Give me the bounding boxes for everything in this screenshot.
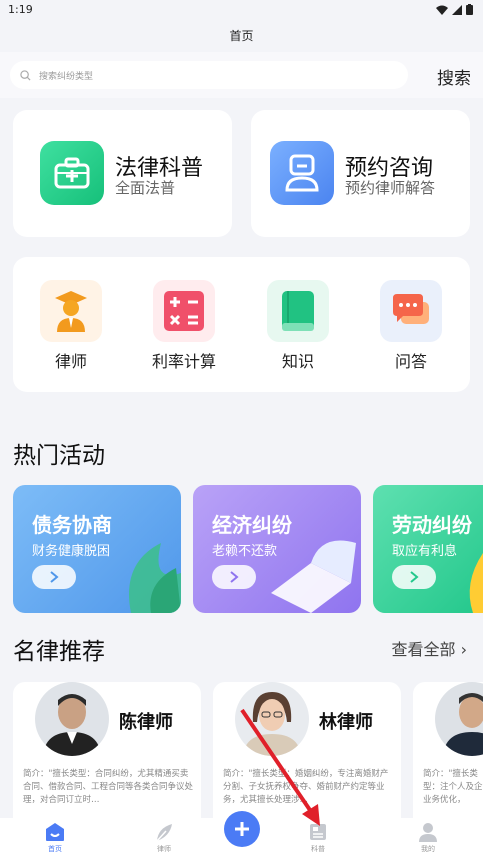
tool-interest-calculator[interactable]: 利率计算 [144,280,224,372]
avatar [35,682,109,756]
quill-icon [154,822,174,842]
legal-education-card[interactable]: 法律科普 全面法普 [13,110,232,237]
tab-mine-label: 我的 [421,845,435,853]
add-button[interactable] [224,811,260,847]
tools-card: 律师 利率计算 知识 问答 [13,257,470,392]
tab-education-label: 科普 [311,845,325,853]
calculator-icon [153,280,215,342]
tool-interest-calculator-label: 利率计算 [151,352,216,371]
banner-debt-subtitle: 财务健康脱困 [32,544,111,559]
tool-qa[interactable]: 问答 [371,280,451,372]
search-bar: 搜索纠纷类型 搜索 [0,52,483,98]
signal-icon [452,4,462,15]
appointment-subtitle: 预约律师解答 [345,179,436,197]
tab-lawyer-label: 律师 [157,845,171,853]
search-placeholder: 搜索纠纷类型 [39,71,94,82]
chevron-right-icon: › [460,640,467,659]
view-all-label: 查看全部 [391,640,456,659]
banner-economic-dispute[interactable]: 经济纠纷 老赖不还款 [193,485,361,613]
tool-knowledge[interactable]: 知识 [258,280,338,372]
banner-labor-title: 劳动纠纷 [392,513,472,537]
banner-economic-subtitle: 老赖不还款 [212,544,278,559]
wifi-icon [436,5,448,15]
tab-mine[interactable]: 我的 [398,822,458,854]
plus-icon [235,822,249,836]
user-icon [418,822,438,842]
search-input[interactable]: 搜索纠纷类型 [10,61,408,89]
lawyer-name: 陈律师 [119,712,173,733]
lawyer-card[interactable]: 林律师 简介："擅长类型：婚姻纠纷，专注离婚财产分割、子女抚养权争夺、婚前财产约… [213,682,401,832]
search-icon [20,69,31,81]
avatar [235,682,309,756]
tool-lawyer-label: 律师 [54,352,87,371]
lawyers-title: 名律推荐 [13,639,105,665]
activities-title: 热门活动 [13,443,105,469]
lawyer-description: 简介："擅长类型：注个人及企业务优化， [423,769,483,805]
home-icon [45,822,65,842]
lawyer-card[interactable]: 陈律师 简介："擅长类型：合同纠纷，尤其精通买卖合同、借款合同、工程合同等各类合… [13,682,201,832]
status-bar: 1:19 [0,0,483,20]
first-aid-kit-icon [40,141,104,205]
banner-labor-arrow-button[interactable] [392,565,436,589]
banner-economic-title: 经济纠纷 [212,513,292,537]
status-time: 1:19 [8,3,33,16]
battery-icon [466,4,473,15]
tab-lawyer[interactable]: 律师 [134,822,194,854]
appointment-card[interactable]: 预约咨询 预约律师解答 [251,110,470,237]
legal-education-subtitle: 全面法普 [115,179,176,197]
chevron-right-icon [230,571,239,583]
chevron-right-icon [410,571,419,583]
banner-debt-title: 债务协商 [32,513,112,537]
avatar [435,682,483,756]
book-icon [267,280,329,342]
lawyer-name: 林律师 [319,712,373,733]
lawyer-card[interactable]: 简介："擅长类型：注个人及企业务优化， [413,682,483,832]
lawyer-icon [40,280,102,342]
banner-labor-dispute[interactable]: 劳动纠纷 取应有利息 [373,485,483,613]
page-title: 首页 [229,29,254,43]
lawyer-description: 简介："擅长类型：婚姻纠纷，专注离婚财产分割、子女抚养权争夺、婚前财产约定等业务… [223,769,389,805]
search-button[interactable]: 搜索 [437,64,471,89]
banner-debt-negotiation[interactable]: 债务协商 财务健康脱困 [13,485,181,613]
banner-economic-arrow-button[interactable] [212,565,256,589]
chat-bubbles-icon [380,280,442,342]
tool-qa-label: 问答 [394,352,427,371]
tab-home-label: 首页 [48,845,62,853]
system-icons [436,4,473,15]
tool-knowledge-label: 知识 [281,352,314,371]
newspaper-icon [308,822,328,842]
banner-labor-subtitle: 取应有利息 [392,544,458,559]
banner-debt-arrow-button[interactable] [32,565,76,589]
chevron-right-icon [50,571,59,583]
lawyer-description: 简介："擅长类型：合同纠纷，尤其精通买卖合同、借款合同、工程合同等各类合同争议处… [23,769,194,805]
view-all-link[interactable]: 查看全部 › [391,636,467,660]
tab-education[interactable]: 科普 [288,822,348,854]
consultant-icon [270,141,334,205]
tab-home[interactable]: 首页 [25,822,85,854]
tool-lawyer[interactable]: 律师 [31,280,111,372]
